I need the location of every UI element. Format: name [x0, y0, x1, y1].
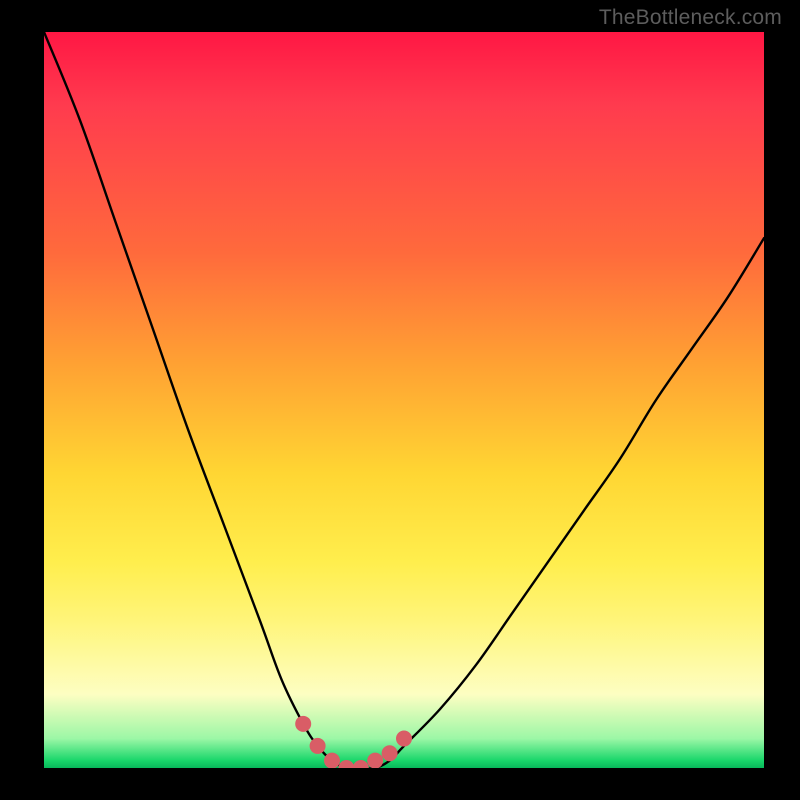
- trough-dot: [338, 760, 354, 768]
- bottleneck-curve: [44, 32, 764, 768]
- chart-stage: TheBottleneck.com: [0, 0, 800, 800]
- watermark-text: TheBottleneck.com: [599, 6, 782, 30]
- trough-dot: [382, 745, 398, 761]
- trough-dot: [310, 738, 326, 754]
- trough-dot: [396, 731, 412, 747]
- curve-layer: [44, 32, 764, 768]
- trough-dot: [353, 760, 369, 768]
- plot-area: [44, 32, 764, 768]
- trough-dot: [324, 753, 340, 768]
- trough-dot: [295, 716, 311, 732]
- trough-markers: [295, 716, 412, 768]
- trough-dot: [367, 753, 383, 768]
